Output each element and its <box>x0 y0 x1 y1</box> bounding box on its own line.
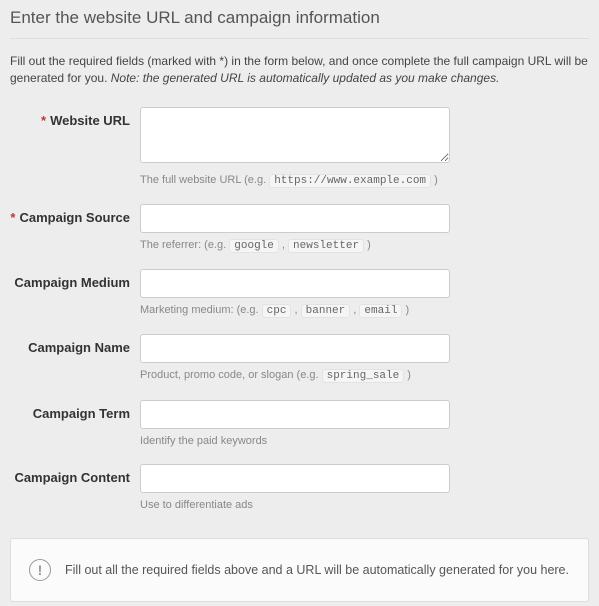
hint-code: email <box>359 304 402 318</box>
hint-code: newsletter <box>288 239 364 253</box>
hint-website-url: The full website URL (e.g. https://www.e… <box>140 173 450 188</box>
campaign-source-input[interactable] <box>140 204 450 233</box>
row-campaign-content: Campaign Content Use to differentiate ad… <box>10 464 589 512</box>
output-message: Fill out all the required fields above a… <box>65 563 569 577</box>
hint-campaign-content: Use to differentiate ads <box>140 498 450 512</box>
label-text: Campaign Term <box>33 406 130 421</box>
label-text: Campaign Name <box>28 340 130 355</box>
website-url-input[interactable] <box>140 107 450 163</box>
label-text: Campaign Source <box>19 210 130 225</box>
label-text: Campaign Content <box>14 470 130 485</box>
label-campaign-source: * Campaign Source <box>10 204 140 225</box>
campaign-medium-input[interactable] <box>140 269 450 298</box>
hint-code: google <box>229 239 279 253</box>
label-website-url: * Website URL <box>10 107 140 128</box>
label-text: Campaign Medium <box>14 275 130 290</box>
label-campaign-name: Campaign Name <box>10 334 140 355</box>
row-campaign-medium: Campaign Medium Marketing medium: (e.g. … <box>10 269 589 318</box>
info-icon: ! <box>29 559 51 581</box>
row-campaign-source: * Campaign Source The referrer: (e.g. goo… <box>10 204 589 253</box>
row-website-url: * Website URL The full website URL (e.g. … <box>10 107 589 188</box>
output-url-box: ! Fill out all the required fields above… <box>10 538 589 602</box>
hint-code: https://www.example.com <box>269 174 431 188</box>
label-campaign-content: Campaign Content <box>10 464 140 485</box>
hint-code: spring_sale <box>322 369 405 383</box>
label-text: Website URL <box>50 113 130 128</box>
intro-text: Fill out the required fields (marked wit… <box>10 53 589 87</box>
row-campaign-name: Campaign Name Product, promo code, or sl… <box>10 334 589 383</box>
intro-note: Note: the generated URL is automatically… <box>111 71 500 85</box>
campaign-term-input[interactable] <box>140 400 450 429</box>
campaign-name-input[interactable] <box>140 334 450 363</box>
hint-campaign-medium: Marketing medium: (e.g. cpc , banner , e… <box>140 303 450 318</box>
label-campaign-term: Campaign Term <box>10 400 140 421</box>
required-mark: * <box>10 210 15 225</box>
required-mark: * <box>41 113 46 128</box>
hint-campaign-name: Product, promo code, or slogan (e.g. spr… <box>140 368 450 383</box>
campaign-content-input[interactable] <box>140 464 450 493</box>
hint-code: cpc <box>262 304 292 318</box>
label-campaign-medium: Campaign Medium <box>10 269 140 290</box>
hint-campaign-source: The referrer: (e.g. google , newsletter … <box>140 238 450 253</box>
hint-campaign-term: Identify the paid keywords <box>140 434 450 448</box>
hint-code: banner <box>301 304 351 318</box>
row-campaign-term: Campaign Term Identify the paid keywords <box>10 400 589 448</box>
section-heading: Enter the website URL and campaign infor… <box>10 8 589 39</box>
